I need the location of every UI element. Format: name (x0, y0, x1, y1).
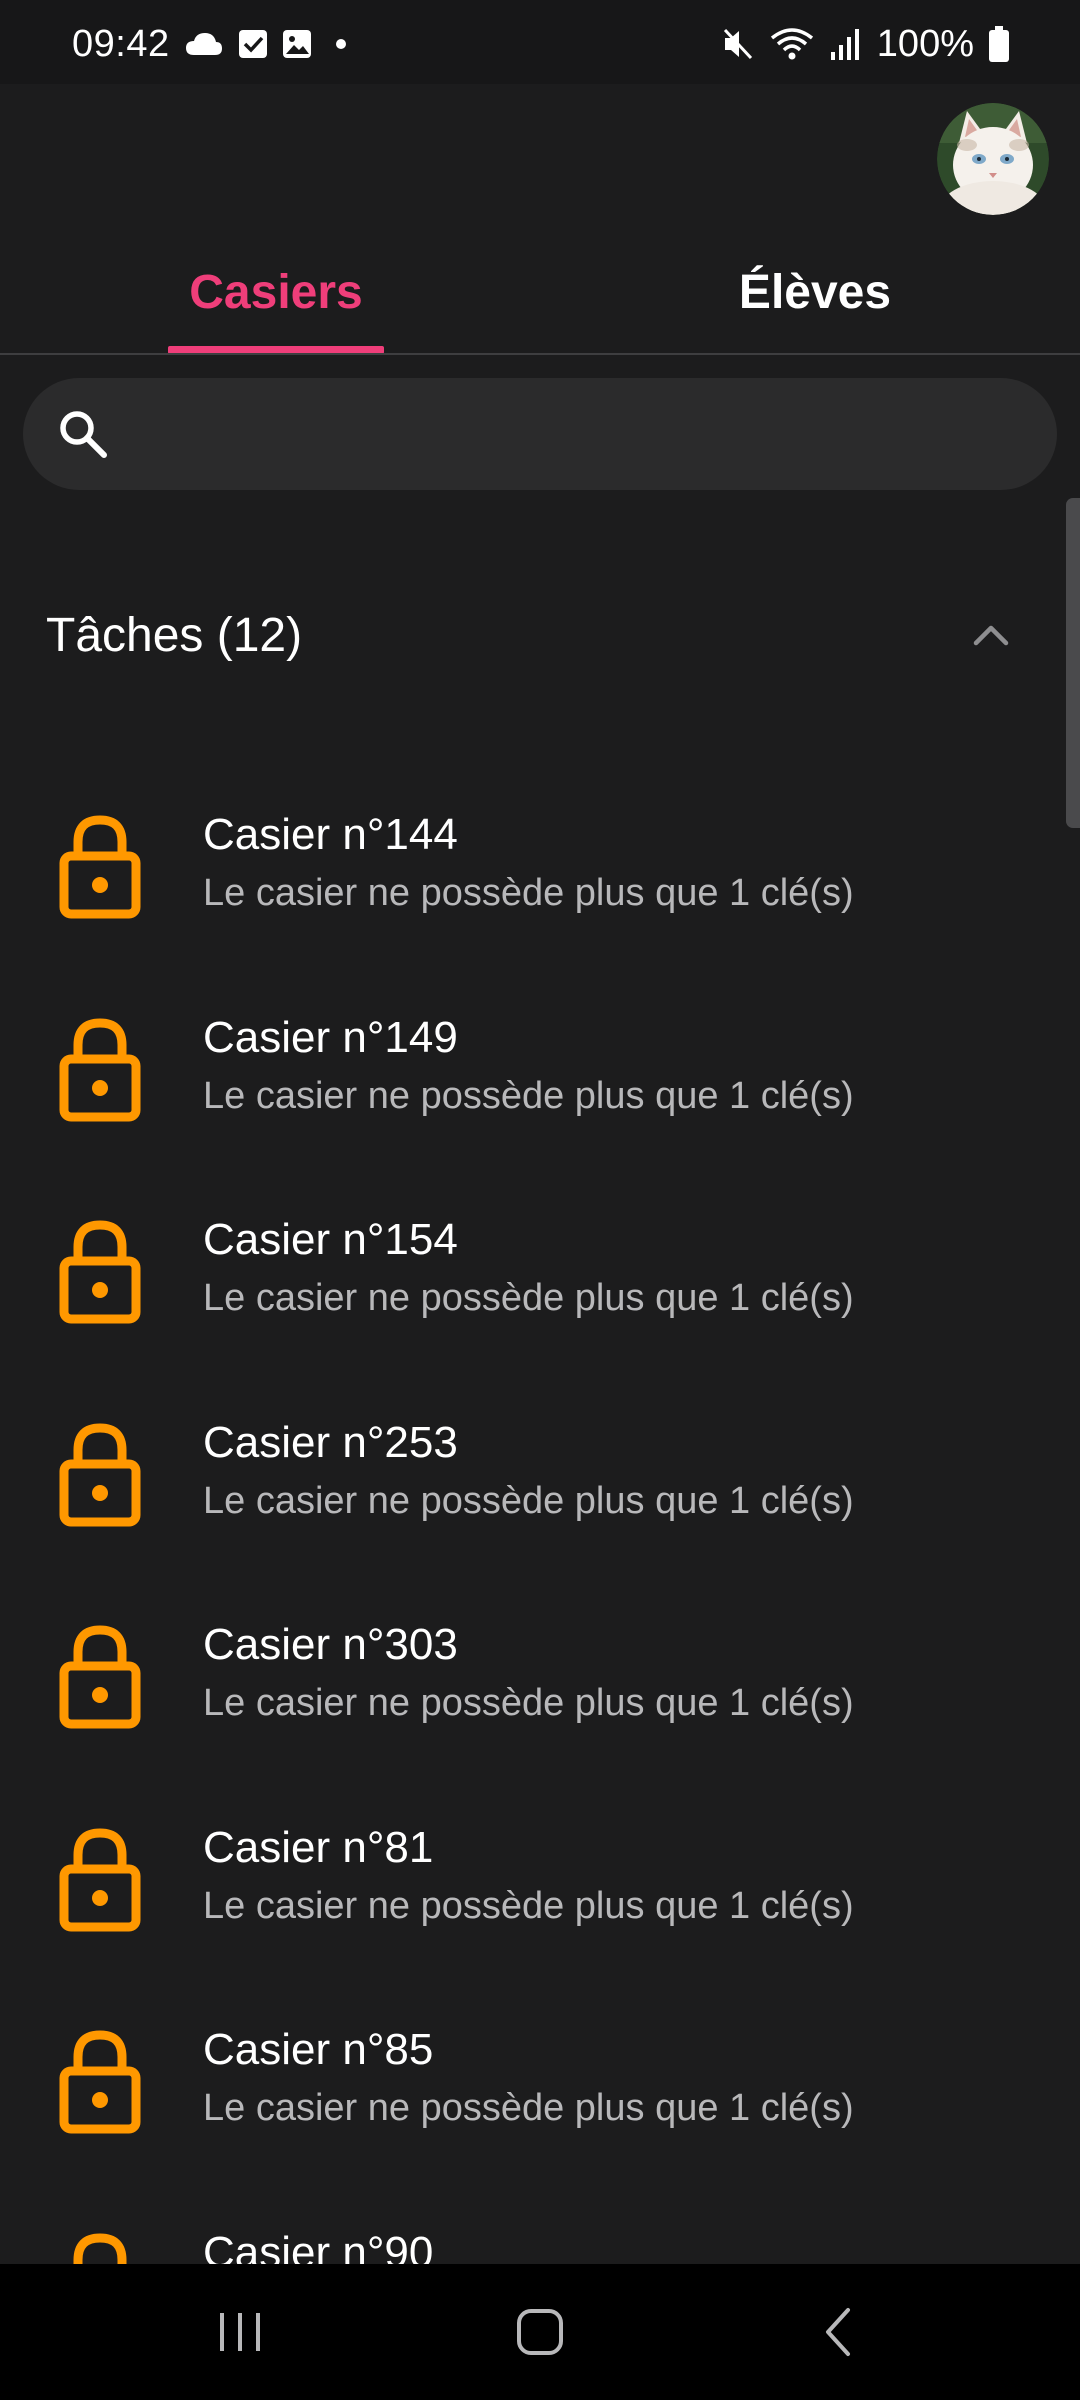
task-title: Casier n°149 (203, 1012, 458, 1062)
task-title: Casier n°154 (203, 1215, 458, 1264)
task-title: Casier n°144 (203, 810, 458, 859)
tasks-section-header[interactable]: Tâches (12) (0, 580, 1060, 690)
lock-icon (59, 815, 141, 919)
task-title: Casier n°303 (203, 1620, 458, 1669)
task-subtitle: Le casier ne possède plus que 1 clé(s) (203, 1884, 854, 1927)
tab-casiers[interactable]: Casiers (168, 230, 384, 354)
lock-icon (59, 1827, 141, 1931)
task-subtitle: Le casier ne possède plus que 1 clé(s) (203, 2087, 854, 2129)
battery-level: 100% (876, 22, 974, 65)
app-screen: 09:42 100% Casiers Élèves Tâches (12) Ca… (0, 0, 1080, 2400)
cloud-icon (184, 29, 224, 59)
list-item[interactable]: Casier n°81 Le casier ne possède plus que… (0, 1783, 1060, 1985)
cat-avatar-icon (937, 103, 1049, 215)
back-icon (826, 2308, 850, 2356)
search-bar[interactable] (23, 378, 1057, 490)
task-subtitle: Le casier ne possède plus que 1 clé(s) (203, 1277, 854, 1319)
chevron-up-icon[interactable] (966, 610, 1016, 660)
list-item[interactable]: Casier n°154 Le casier ne possède plus qu… (0, 1175, 1060, 1377)
lock-icon (59, 1220, 141, 1324)
status-bar: 09:42 100% (0, 0, 1080, 84)
search-input[interactable] (133, 400, 1017, 470)
tab-bar: Casiers Élèves (0, 230, 1080, 354)
home-button[interactable] (480, 2290, 600, 2374)
task-subtitle: Le casier ne possède plus que 1 clé(s) (203, 872, 854, 914)
list-item[interactable]: Casier n°303 Le casier ne possède plus qu… (0, 1580, 1060, 1782)
signal-icon (829, 26, 863, 62)
checkbox-icon (238, 29, 268, 59)
recents-button[interactable] (180, 2290, 300, 2374)
search-icon (60, 411, 107, 458)
tab-eleves[interactable]: Élèves (700, 230, 930, 354)
tasks-section-title: Tâches (12) (46, 609, 303, 662)
scrollbar-thumb[interactable] (1066, 498, 1080, 828)
lock-icon (59, 2030, 141, 2134)
dot-icon (326, 29, 356, 59)
status-time: 09:42 (72, 22, 170, 65)
task-subtitle: Le casier ne possède plus que 1 clé(s) (203, 1479, 854, 1522)
tabs-divider (0, 353, 1080, 355)
list-item[interactable]: Casier n°85 Le casier ne possède plus que… (0, 1985, 1060, 2187)
status-right: 100% (721, 20, 1010, 68)
home-icon (517, 2309, 563, 2355)
list-item[interactable]: Casier n°144 Le casier ne possède plus qu… (0, 770, 1060, 972)
navigation-bar (0, 2264, 1080, 2400)
list-item[interactable]: Casier n°253 Le casier ne possède plus qu… (0, 1378, 1060, 1580)
avatar[interactable] (937, 103, 1049, 215)
task-title: Casier n°81 (203, 1822, 434, 1872)
lock-icon (59, 1017, 141, 1121)
task-subtitle: Le casier ne possède plus que 1 clé(s) (203, 1074, 854, 1117)
mute-icon (721, 26, 755, 62)
wifi-icon (769, 26, 815, 62)
task-title: Casier n°85 (203, 2025, 434, 2074)
image-icon (282, 29, 312, 59)
lock-icon (59, 1625, 141, 1729)
lock-icon (59, 1422, 141, 1526)
task-title: Casier n°253 (203, 1417, 458, 1467)
back-button[interactable] (780, 2290, 900, 2374)
status-left: 09:42 (72, 20, 356, 68)
task-subtitle: Le casier ne possède plus que 1 clé(s) (203, 1682, 854, 1724)
recents-icon (220, 2313, 260, 2351)
battery-icon (988, 25, 1010, 63)
list-item[interactable]: Casier n°149 Le casier ne possède plus qu… (0, 973, 1060, 1175)
